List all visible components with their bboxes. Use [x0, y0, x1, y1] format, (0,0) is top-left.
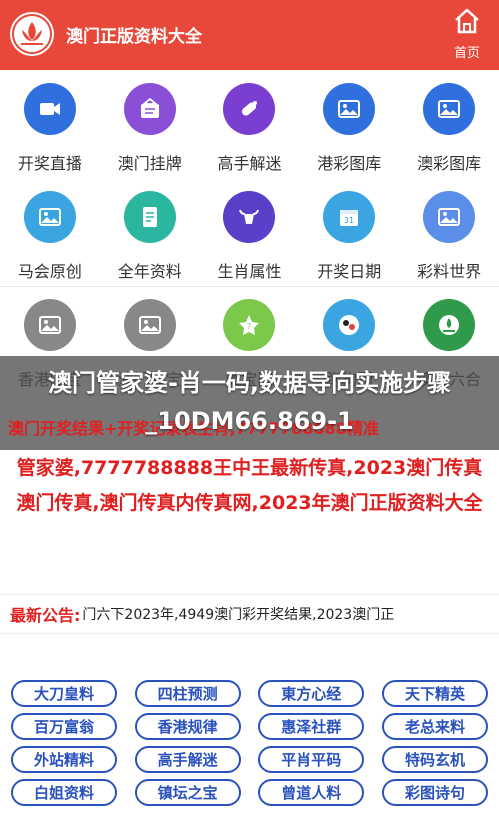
grid-item[interactable]: 马会原创: [0, 178, 100, 286]
grid-row-1: 开奖直播 澳门挂牌 高手解迷 港彩图库 澳彩图库: [0, 70, 499, 178]
grid-item-label: 港彩图库: [317, 154, 382, 173]
grid-item-label: 生肖属性: [217, 262, 282, 281]
tag-button[interactable]: 白姐资料: [11, 779, 117, 806]
grid-item[interactable]: 澳彩图库: [399, 70, 499, 178]
grid-item-label: 开奖日期: [317, 262, 382, 281]
tag-row: 大刀皇料 四柱预测 東方心经 天下精英: [0, 680, 499, 707]
image-icon: [23, 299, 76, 351]
tag-button[interactable]: 四柱预测: [134, 680, 241, 707]
tag-button[interactable]: 外站精料: [11, 746, 117, 773]
lotus-logo-icon: [10, 12, 54, 56]
image-icon: [423, 83, 476, 135]
svg-text:31: 31: [344, 216, 354, 225]
grid-item[interactable]: 澳门挂牌: [100, 70, 200, 178]
notice-label: 最新公告:: [10, 606, 81, 625]
grid-item[interactable]: 彩料世界: [399, 178, 499, 286]
grid-item-label: 开奖直播: [17, 154, 82, 173]
tag-row: 百万富翁 香港规律 惠泽社群 老总来料: [0, 713, 499, 740]
tag-button[interactable]: 曾道人料: [258, 779, 365, 806]
category-grid: 开奖直播 澳门挂牌 高手解迷 港彩图库 澳彩图库 马会原创 全年资料 生肖属性 31 开奖日期 彩…: [0, 70, 499, 286]
home-button[interactable]: 首页: [447, 6, 487, 64]
notice-text: 门六下2023年,4949澳门彩开奖结果,2023澳门正: [82, 607, 395, 623]
calendar-icon: 31: [323, 191, 376, 243]
tag-button[interactable]: 大刀皇料: [11, 680, 117, 707]
question-icon: ?: [223, 299, 276, 351]
pill-icon: [223, 83, 276, 135]
tag-button[interactable]: 百万富翁: [11, 713, 117, 740]
tag-row: 白姐资料 镇坛之宝 曾道人料 彩图诗句: [0, 779, 499, 806]
grid-item-label: 马会原创: [17, 262, 82, 281]
headline-overlay-text: 澳门管家婆-肖一码,数据导向实施步骤_10DM66.869-1: [47, 369, 452, 435]
image-icon: [323, 83, 376, 135]
tag-row: 外站精料 高手解迷 平肖平码 特码玄机: [0, 746, 499, 773]
tag-button[interactable]: 高手解迷: [134, 746, 241, 773]
top-header: 澳门正版资料大全 首页: [0, 0, 499, 70]
tag-button[interactable]: 香港规律: [134, 713, 241, 740]
grid-item[interactable]: 港彩图库: [299, 70, 399, 178]
grid-item[interactable]: 31 开奖日期: [299, 178, 399, 286]
notice-bar[interactable]: 最新公告: 门六下2023年,4949澳门彩开奖结果,2023澳门正: [0, 594, 499, 634]
tag-button[interactable]: 東方心经: [258, 680, 365, 707]
grid-item[interactable]: 生肖属性: [200, 178, 300, 286]
tag-button[interactable]: 镇坛之宝: [134, 779, 241, 806]
video-icon: [23, 83, 76, 135]
tag-button[interactable]: 老总来料: [381, 713, 488, 740]
emblem-icon: [423, 299, 476, 351]
grid-item[interactable]: 全年资料: [100, 178, 200, 286]
tag-grid: 大刀皇料 四柱预测 東方心经 天下精英 百万富翁 香港规律 惠泽社群 老总来料 外站精料 高手解迷…: [0, 680, 499, 812]
grid-item-label: 澳门挂牌: [117, 154, 182, 173]
image-icon: [123, 299, 176, 351]
image-icon: [23, 191, 76, 243]
grid-item-label: 澳彩图库: [417, 154, 482, 173]
svg-text:?: ?: [247, 322, 251, 331]
home-label: 首页: [453, 46, 480, 61]
grid-row-2: 马会原创 全年资料 生肖属性 31 开奖日期 彩料世界: [0, 178, 499, 286]
image-icon: [423, 191, 476, 243]
bull-icon: [223, 191, 276, 243]
tag-button[interactable]: 彩图诗句: [381, 779, 488, 806]
grid-item-label: 高手解迷: [217, 154, 282, 173]
document-icon: [123, 191, 176, 243]
article-body: 管家婆,7777788888王中王最新传真,2023澳门传真澳门传真,澳门传真内…: [16, 457, 483, 514]
tag-button[interactable]: 平肖平码: [258, 746, 365, 773]
tag-button[interactable]: 惠泽社群: [258, 713, 365, 740]
dog-icon: [323, 299, 376, 351]
grid-item[interactable]: 高手解迷: [200, 70, 300, 178]
site-title: 澳门正版资料大全: [66, 27, 202, 47]
home-icon: [455, 8, 479, 34]
board-icon: [123, 83, 176, 135]
tag-button[interactable]: 天下精英: [381, 680, 488, 707]
grid-item-label: 全年资料: [117, 262, 182, 281]
grid-item[interactable]: 开奖直播: [0, 70, 100, 178]
grid-item-label: 彩料世界: [417, 262, 482, 281]
tag-button[interactable]: 特码玄机: [381, 746, 488, 773]
